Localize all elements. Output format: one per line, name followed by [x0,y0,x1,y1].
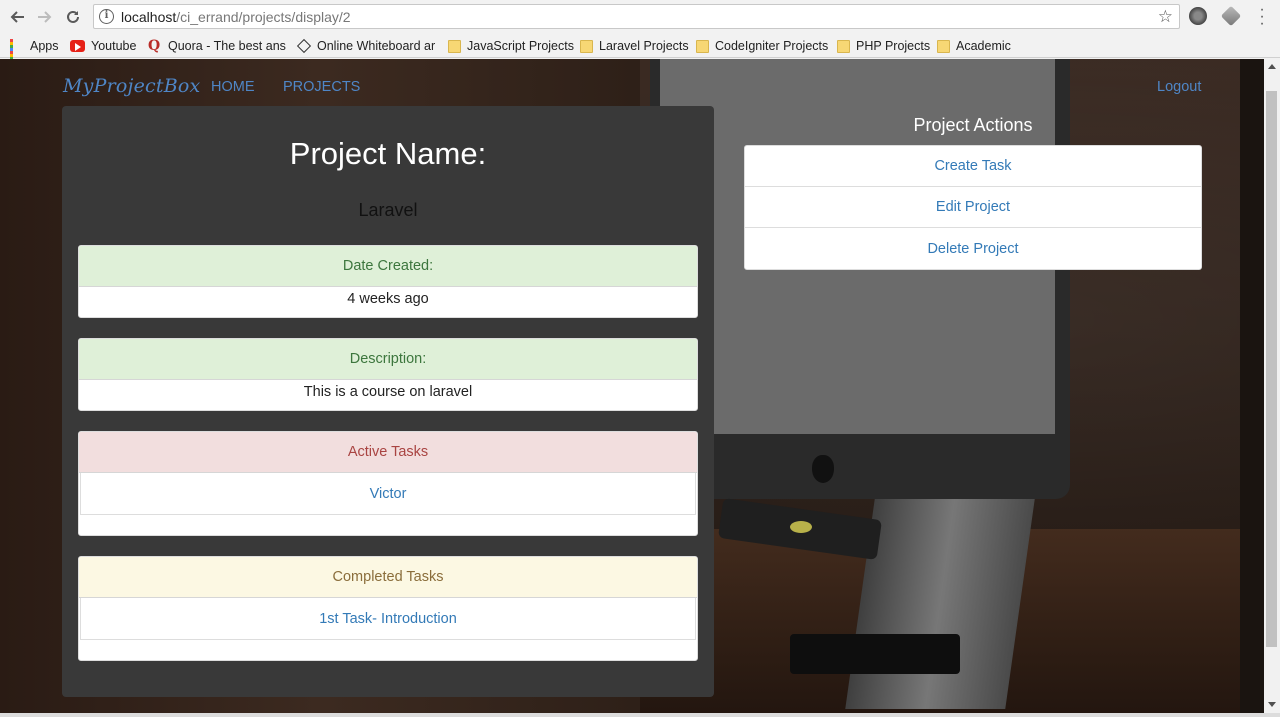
scroll-down-icon[interactable] [1268,702,1276,707]
scrollbar-thumb[interactable] [1266,91,1277,647]
date-created-card: Date Created: 4 weeks ago [78,245,698,318]
folder-icon [837,39,850,53]
bookmark-academic[interactable]: Academic [937,37,1011,55]
background-edge [1240,59,1264,713]
active-tasks-heading: Active Tasks [79,432,697,473]
address-bar-url[interactable]: localhost/ci_errand/projects/display/2 [121,9,351,25]
description-card: Description: This is a course on laravel [78,338,698,411]
bookmark-javascript-projects[interactable]: JavaScript Projects [448,37,574,55]
brand-logo[interactable]: MyProjectBox [63,75,200,97]
project-actions-title: Project Actions [913,115,1033,135]
bookmark-apps[interactable]: Apps [10,37,59,66]
bookmark-laravel-projects[interactable]: Laravel Projects [580,37,689,55]
extension-icon[interactable] [1220,5,1242,27]
folder-icon [448,39,461,53]
bookmark-label: Youtube [91,39,137,53]
bookmark-label: Quora - The best ans [168,39,286,53]
bookmark-label: JavaScript Projects [467,39,574,53]
folder-icon [937,39,950,53]
nav-link-home[interactable]: HOME [211,79,255,95]
create-task-link[interactable]: Create Task [745,146,1201,187]
date-created-heading: Date Created: [79,246,697,287]
completed-tasks-card: Completed Tasks 1st Task- Introduction [78,556,698,661]
date-created-value: 4 weeks ago [347,291,429,307]
completed-task-link[interactable]: 1st Task- Introduction [80,598,696,640]
project-name: Laravel [358,200,418,220]
page-viewport: MyProjectBox HOME PROJECTS Logout Projec… [0,59,1264,713]
project-panel: Project Name: Laravel Date Created: 4 we… [62,106,714,697]
scroll-up-icon[interactable] [1268,64,1276,69]
info-icon[interactable]: i [99,9,114,24]
url-host: localhost [121,9,177,25]
apps-grid-icon [10,39,24,66]
description-heading: Description: [79,339,697,380]
active-tasks-card: Active Tasks Victor [78,431,698,536]
project-actions-list: Create Task Edit Project Delete Project [744,145,1202,270]
bookmark-label: Academic [956,39,1011,53]
url-path: /ci_errand/projects/display/2 [176,9,351,25]
nav-link-projects[interactable]: PROJECTS [283,79,360,95]
background-phone [790,634,960,674]
logout-link[interactable]: Logout [1157,79,1201,95]
bookmark-php-projects[interactable]: PHP Projects [837,37,930,55]
whiteboard-icon [296,38,312,54]
bookmark-label: Apps [30,39,59,53]
bookmark-star-icon[interactable]: ☆ [1158,7,1173,27]
folder-icon [580,39,593,53]
bookmark-label: PHP Projects [856,39,931,53]
description-value: This is a course on laravel [303,384,473,400]
back-icon[interactable] [5,5,29,29]
forward-icon[interactable] [33,5,57,29]
browser-toolbar: i localhost/ci_errand/projects/display/2… [0,0,1280,33]
youtube-icon [70,40,85,52]
vertical-scrollbar[interactable] [1264,59,1280,713]
edit-project-link[interactable]: Edit Project [745,187,1201,228]
bookmark-youtube[interactable]: Youtube [70,37,136,55]
delete-project-link[interactable]: Delete Project [745,228,1201,269]
background-apple-logo [812,455,834,483]
bookmark-label: Online Whiteboard ar [317,39,436,53]
folder-icon [696,39,709,53]
bookmark-quora[interactable]: Q Quora - The best ans [148,37,286,55]
address-bar[interactable]: i localhost/ci_errand/projects/display/2… [93,4,1180,29]
page-title: Project Name: [289,136,487,171]
bookmark-codeigniter-projects[interactable]: CodeIgniter Projects [696,37,828,55]
browser-menu-icon[interactable]: · · · [1257,2,1267,32]
reload-icon[interactable] [61,5,85,29]
bookmarks-bar: Apps Youtube Q Quora - The best ans Onli… [0,33,1280,66]
bookmark-label: Laravel Projects [599,39,689,53]
quora-icon: Q [148,38,161,54]
completed-tasks-heading: Completed Tasks [79,557,697,598]
bookmark-label: CodeIgniter Projects [715,39,829,53]
extension-icon[interactable] [1189,7,1207,25]
horizontal-scrollbar[interactable] [0,713,1280,717]
background-light [790,521,812,533]
active-task-link[interactable]: Victor [80,473,696,515]
bookmark-whiteboard[interactable]: Online Whiteboard ar [296,37,436,55]
